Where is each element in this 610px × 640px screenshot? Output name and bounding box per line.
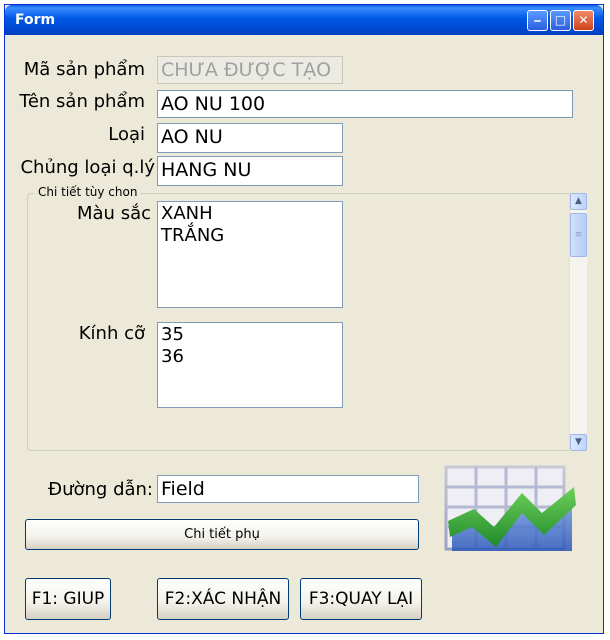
- chevron-up-icon: ▲: [575, 196, 582, 206]
- confirm-button[interactable]: F2:XÁC NHẬN: [157, 578, 289, 620]
- minimize-icon: ⎯: [534, 13, 541, 27]
- maximize-icon: □: [554, 13, 567, 27]
- back-button[interactable]: F3:QUAY LẠI: [300, 578, 422, 620]
- product-name-label: Tên sản phẩm: [19, 91, 145, 112]
- chevron-down-icon: ▼: [575, 437, 582, 447]
- category-label: Chủng loại q.lý: [20, 157, 155, 178]
- scroll-up-button[interactable]: ▲: [570, 193, 587, 210]
- color-label: Màu sắc: [77, 203, 151, 224]
- color-list[interactable]: XANH TRẮNG: [157, 201, 343, 308]
- size-list[interactable]: 35 36: [157, 322, 343, 408]
- options-group-title: Chi tiết tùy chon: [35, 185, 141, 199]
- close-button[interactable]: ✕: [573, 10, 594, 31]
- close-icon: ✕: [578, 13, 589, 27]
- product-code-label: Mã sản phẩm: [23, 59, 145, 80]
- list-item[interactable]: 36: [161, 346, 339, 368]
- category-field[interactable]: HANG NU: [157, 156, 343, 186]
- maximize-button[interactable]: □: [550, 10, 571, 31]
- size-label: Kính cỡ: [78, 323, 145, 344]
- help-button[interactable]: F1: GIUP: [25, 578, 111, 620]
- minimize-button[interactable]: ⎯: [527, 10, 548, 31]
- title-bar[interactable]: Form ⎯ □ ✕: [5, 5, 603, 35]
- type-label: Loại: [108, 124, 145, 145]
- list-item[interactable]: XANH: [161, 203, 339, 225]
- product-code-field: CHƯA ĐƯỢC TẠO: [157, 56, 343, 84]
- sub-details-button[interactable]: Chi tiết phụ: [25, 519, 419, 550]
- type-field[interactable]: AO NU: [157, 123, 343, 153]
- path-field[interactable]: Field: [157, 475, 419, 503]
- form-window: Form ⎯ □ ✕ Mã sản phẩm CHƯA ĐƯỢC TẠO Tên…: [4, 4, 604, 634]
- list-item[interactable]: TRẮNG: [161, 225, 339, 247]
- scroll-down-button[interactable]: ▼: [570, 434, 587, 451]
- list-item[interactable]: 35: [161, 324, 339, 346]
- grip-icon: ≡: [574, 230, 583, 240]
- window-title: Form: [15, 12, 56, 28]
- path-label: Đường dẫn:: [48, 479, 153, 500]
- form-body: Mã sản phẩm CHƯA ĐƯỢC TẠO Tên sản phẩm A…: [7, 35, 601, 631]
- group-scrollbar[interactable]: ▲ ≡ ▼: [569, 193, 587, 451]
- product-name-field[interactable]: AO NU 100: [157, 90, 573, 118]
- chart-icon: [444, 465, 576, 551]
- scroll-thumb[interactable]: ≡: [570, 213, 587, 257]
